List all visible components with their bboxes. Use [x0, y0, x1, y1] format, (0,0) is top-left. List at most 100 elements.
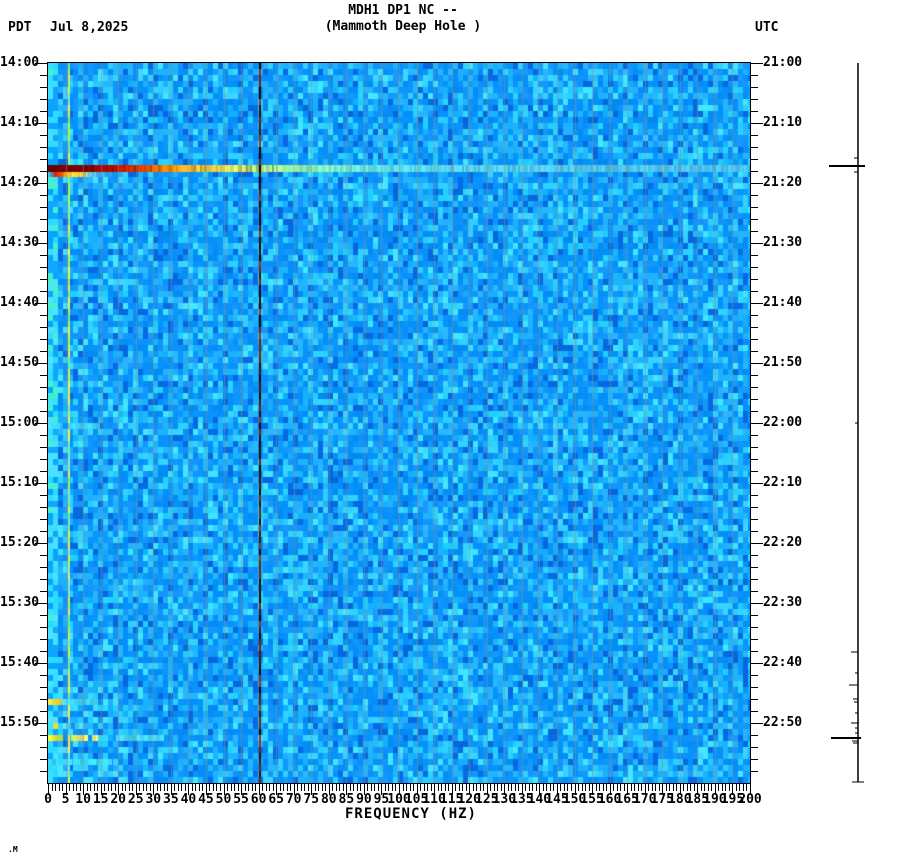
timezone-left-label: PDT	[8, 20, 32, 35]
freq-tick	[564, 784, 565, 791]
freq-tick	[357, 784, 358, 791]
freq-tick	[69, 784, 70, 791]
time-tick	[40, 471, 48, 472]
time-tick	[40, 495, 48, 496]
time-tick	[750, 435, 758, 436]
freq-tick	[701, 784, 702, 791]
freq-tick	[673, 784, 674, 791]
time-tick	[750, 231, 758, 232]
time-tick	[40, 255, 48, 256]
freq-tick	[525, 784, 526, 791]
freq-tick	[476, 784, 477, 791]
freq-tick	[343, 784, 344, 791]
freq-tick	[406, 784, 407, 791]
time-tick	[750, 171, 758, 172]
time-tick	[750, 87, 758, 88]
freq-tick	[125, 784, 126, 791]
freq-tick	[624, 784, 625, 791]
time-tick	[40, 411, 48, 412]
freq-tick	[290, 784, 291, 791]
freq-tick	[483, 784, 484, 791]
freq-tick	[80, 784, 81, 791]
freq-tick	[578, 784, 579, 791]
time-tick	[40, 267, 48, 268]
freq-tick	[202, 784, 203, 791]
time-tick	[40, 99, 48, 100]
freq-tick	[641, 784, 642, 791]
time-tick	[40, 675, 48, 676]
time-tick	[750, 195, 758, 196]
time-tick	[40, 291, 48, 292]
freq-tick	[287, 784, 288, 791]
freq-tick	[508, 784, 509, 791]
freq-tick	[55, 784, 56, 791]
freq-tick	[325, 784, 326, 791]
time-tick	[750, 411, 758, 412]
freq-tick	[589, 784, 590, 791]
freq-tick	[269, 784, 270, 791]
right-time-label: 21:40	[763, 295, 803, 310]
freq-tick	[339, 784, 340, 791]
time-tick	[40, 627, 48, 628]
time-tick	[40, 459, 48, 460]
freq-tick	[245, 784, 246, 791]
freq-tick	[178, 784, 179, 791]
time-tick	[750, 615, 758, 616]
freq-tick	[567, 784, 568, 791]
freq-tick	[613, 784, 614, 791]
freq-tick	[515, 784, 516, 791]
freq-tick	[97, 784, 98, 791]
left-time-label: 14:00	[0, 55, 40, 70]
station-title: MDH1 DP1 NC --	[348, 3, 458, 18]
freq-tick	[553, 784, 554, 791]
freq-tick	[420, 784, 421, 791]
time-tick	[750, 111, 758, 112]
freq-tick	[441, 784, 442, 791]
freq-tick	[90, 784, 91, 791]
freq-tick	[185, 784, 186, 791]
freq-tick	[157, 784, 158, 791]
frequency-axis-title: FREQUENCY (HZ)	[344, 806, 477, 822]
left-time-label: 15:30	[0, 595, 40, 610]
freq-tick	[304, 784, 305, 791]
freq-tick	[455, 784, 456, 791]
time-tick	[750, 447, 758, 448]
freq-tick	[297, 784, 298, 791]
right-time-label: 21:20	[763, 175, 803, 190]
right-time-label: 21:30	[763, 235, 803, 250]
time-tick	[40, 315, 48, 316]
freq-tick	[599, 784, 600, 791]
time-tick	[40, 735, 48, 736]
freq-tick	[718, 784, 719, 791]
freq-tick	[704, 784, 705, 791]
freq-tick	[167, 784, 168, 791]
left-time-label: 15:10	[0, 475, 40, 490]
freq-tick	[410, 784, 411, 791]
freq-tick	[694, 784, 695, 791]
freq-tick	[585, 784, 586, 791]
date-label: Jul 8,2025	[50, 20, 129, 35]
time-tick	[40, 87, 48, 88]
freq-tick	[687, 784, 688, 791]
freq-tick	[150, 784, 151, 791]
time-tick	[750, 315, 758, 316]
time-tick	[750, 123, 763, 124]
freq-tick	[213, 784, 214, 791]
right-time-label: 21:10	[763, 115, 803, 130]
time-tick	[750, 375, 758, 376]
freq-tick	[209, 784, 210, 791]
freq-tick	[571, 784, 572, 791]
right-time-label: 22:10	[763, 475, 803, 490]
freq-tick	[262, 784, 263, 791]
freq-tick	[371, 784, 372, 791]
freq-tick	[529, 784, 530, 791]
time-tick	[750, 579, 758, 580]
time-tick	[750, 723, 763, 724]
station-subtitle: (Mammoth Deep Hole )	[324, 19, 482, 34]
right-time-label: 22:00	[763, 415, 803, 430]
freq-tick	[216, 784, 217, 791]
timezone-right-label: UTC	[755, 20, 779, 35]
time-tick	[750, 303, 763, 304]
time-tick	[750, 687, 758, 688]
corner-mark: .M	[8, 845, 18, 854]
